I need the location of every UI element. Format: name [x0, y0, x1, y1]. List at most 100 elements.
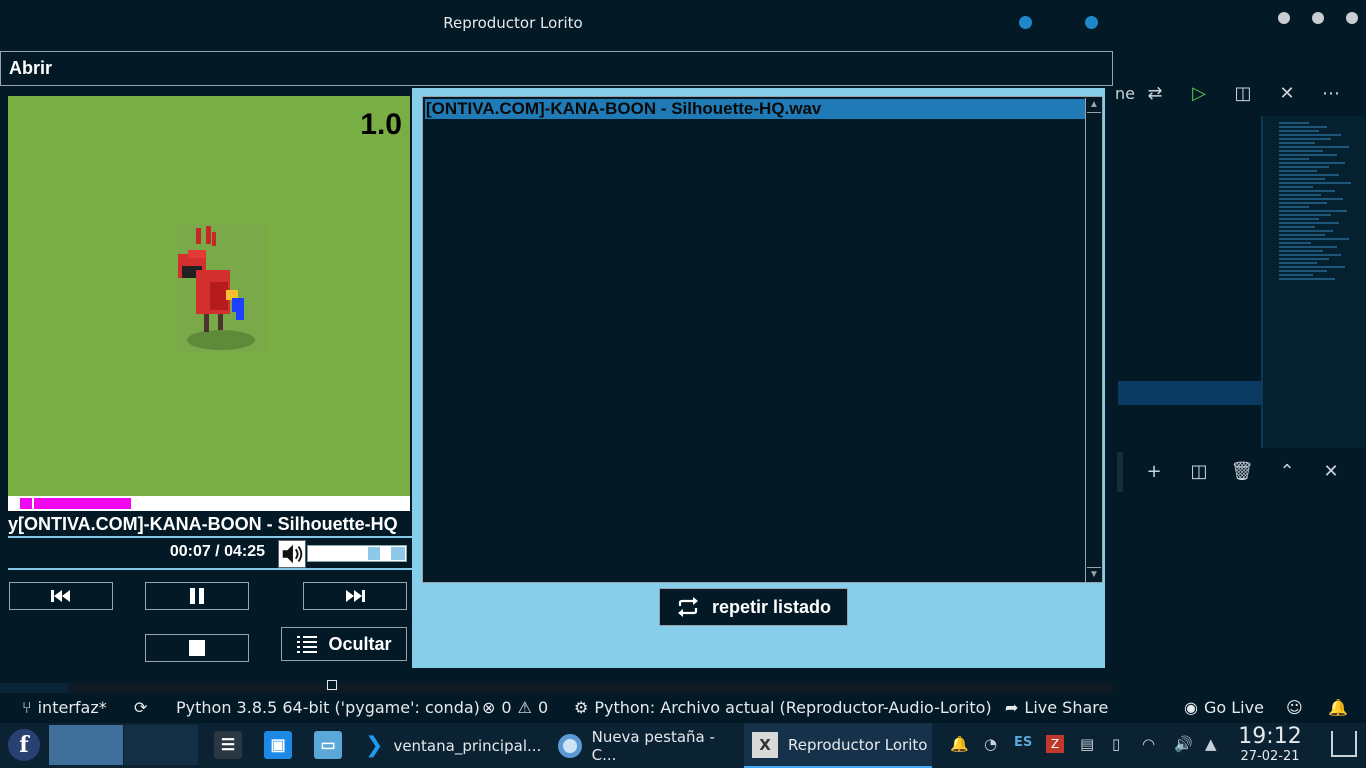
- progress-fill: [20, 498, 131, 509]
- now-playing-title: y[ONTIVA.COM]-KANA-BOON - Silhouette-HQ: [8, 512, 412, 538]
- clock-time: 19:12: [1238, 724, 1302, 749]
- live-share-icon: ➦: [1005, 698, 1019, 717]
- scroll-down-icon[interactable]: ▼: [1087, 568, 1101, 582]
- chevron-up-icon[interactable]: ⌃: [1275, 460, 1299, 484]
- close-panel-icon[interactable]: ✕: [1319, 460, 1343, 484]
- skip-back-icon: [51, 590, 70, 602]
- task-player[interactable]: X Reproductor Lorito: [744, 723, 932, 768]
- volume-slider-end: [391, 547, 405, 560]
- progress-bar[interactable]: [8, 496, 410, 511]
- repeat-label: repetir listado: [711, 596, 832, 617]
- volume-icon[interactable]: [278, 540, 306, 568]
- x-window-icon: X: [752, 731, 778, 758]
- split-editor-icon[interactable]: ◫: [1231, 82, 1255, 106]
- vscode-window-controls: [1278, 12, 1358, 24]
- list-icon: [297, 636, 318, 653]
- software-store-icon[interactable]: ▣: [264, 731, 292, 759]
- problems-item[interactable]: ⊗ 0 ⚠ 0: [482, 698, 548, 717]
- minimap[interactable]: [1261, 116, 1366, 448]
- minimize-dot[interactable]: [1278, 12, 1290, 24]
- scroll-up-icon[interactable]: ▲: [1087, 98, 1101, 112]
- virtual-desktop-2[interactable]: [124, 725, 198, 765]
- battery-icon[interactable]: ▯: [1112, 735, 1120, 753]
- wifi-icon[interactable]: ◠: [1142, 735, 1155, 753]
- clock[interactable]: 19:12 27-02-21: [1234, 725, 1306, 765]
- close-icon[interactable]: ✕: [1275, 82, 1299, 106]
- stop-button[interactable]: [145, 634, 249, 662]
- parrot-image: [178, 224, 268, 352]
- branch-name: interfaz*: [37, 698, 107, 717]
- sync-icon[interactable]: ⟳: [134, 698, 147, 717]
- go-live-label: Go Live: [1203, 698, 1264, 717]
- taskbar: f ☰ ▣ ▭ ❯ ventana_principal... Nueva pes…: [0, 723, 1366, 768]
- playlist-scrollbar[interactable]: ▲ ▼: [1085, 98, 1101, 582]
- live-share-item[interactable]: ➦ Live Share: [1005, 698, 1108, 717]
- chrome-icon: [558, 733, 582, 758]
- compare-changes-icon[interactable]: ⇄: [1143, 82, 1167, 106]
- vscode-icon: ❯: [365, 733, 384, 758]
- keyboard-layout[interactable]: ES: [1014, 735, 1032, 750]
- editor-selection-highlight: [1118, 381, 1261, 405]
- notifications-icon[interactable]: 🔔: [1328, 698, 1348, 717]
- time-readout: 00:07 / 04:25: [169, 543, 265, 560]
- next-button[interactable]: [303, 582, 407, 610]
- trash-icon[interactable]: 🗑: [1230, 460, 1254, 484]
- menu-open[interactable]: Abrir: [9, 58, 52, 79]
- filezilla-icon[interactable]: Z: [1046, 735, 1064, 753]
- file-manager-icon[interactable]: ▭: [314, 731, 342, 759]
- split-terminal-icon[interactable]: ◫: [1187, 460, 1211, 484]
- updates-icon[interactable]: ◔: [984, 735, 997, 753]
- python-interpreter[interactable]: Python 3.8.5 64-bit ('pygame': conda): [176, 698, 480, 717]
- previous-button[interactable]: [9, 582, 113, 610]
- skip-forward-icon: [346, 590, 365, 602]
- warning-icon: ⚠: [517, 698, 532, 717]
- virtual-desktop-1[interactable]: [49, 725, 123, 765]
- playlist[interactable]: [ONTIVA.COM]-KANA-BOON - Silhouette-HQ.w…: [422, 96, 1103, 583]
- add-terminal-icon[interactable]: +: [1142, 460, 1166, 484]
- playback-speed: 1.0: [360, 108, 402, 141]
- task-chrome-label: Nueva pestaña - C...: [591, 727, 715, 764]
- window-title: Reproductor Lorito: [443, 14, 583, 32]
- run-config-label: Python: Archivo actual (Reproductor-Audi…: [594, 698, 992, 717]
- close-button[interactable]: [1085, 16, 1098, 29]
- more-actions-icon[interactable]: ⋯: [1319, 82, 1343, 106]
- error-icon: ⊗: [482, 698, 496, 717]
- broadcast-icon: ◉: [1184, 698, 1198, 717]
- resize-handle[interactable]: [327, 680, 337, 690]
- branch-item[interactable]: ⑂ interfaz*: [22, 698, 107, 717]
- notification-bell-icon[interactable]: 🔔: [950, 735, 969, 753]
- speaker-icon[interactable]: 🔊: [1174, 735, 1193, 753]
- album-art: 1.0: [8, 96, 410, 496]
- minimize-button[interactable]: [1019, 16, 1032, 29]
- divider: [8, 568, 412, 570]
- fedora-menu-icon[interactable]: f: [8, 729, 40, 761]
- volume-knob[interactable]: [368, 547, 380, 560]
- pause-button[interactable]: [145, 582, 249, 610]
- repeat-list-button[interactable]: repetir listado: [659, 588, 848, 626]
- editor-scroll-strip: [0, 683, 68, 693]
- system-settings-icon[interactable]: ☰: [214, 731, 242, 759]
- tray-expand-icon[interactable]: ▲: [1205, 735, 1217, 753]
- volume-slider[interactable]: [307, 545, 407, 562]
- maximize-dot[interactable]: [1312, 12, 1324, 24]
- task-vscode[interactable]: ❯ ventana_principal...: [357, 723, 547, 768]
- run-icon[interactable]: ▷: [1187, 82, 1211, 106]
- show-desktop-button[interactable]: [1331, 731, 1357, 757]
- task-player-label: Reproductor Lorito: [788, 735, 928, 754]
- hide-playlist-button[interactable]: Ocultar: [281, 627, 407, 661]
- close-dot[interactable]: [1346, 12, 1358, 24]
- go-live-item[interactable]: ◉ Go Live: [1184, 698, 1264, 717]
- repeat-icon: [677, 597, 698, 617]
- run-config-item[interactable]: ⚙ Python: Archivo actual (Reproductor-Aud…: [574, 698, 992, 717]
- task-vscode-label: ventana_principal...: [393, 736, 542, 755]
- desktop: { "window": { "title": "Reproductor Lori…: [0, 0, 1366, 768]
- hide-label: Ocultar: [328, 633, 392, 654]
- playlist-item[interactable]: [ONTIVA.COM]-KANA-BOON - Silhouette-HQ.w…: [425, 99, 1085, 119]
- pause-icon: [190, 588, 204, 604]
- task-chrome[interactable]: Nueva pestaña - C...: [550, 723, 740, 768]
- warning-count: 0: [537, 698, 549, 717]
- clipboard-icon[interactable]: ▤: [1080, 735, 1094, 753]
- scroll-thumb[interactable]: [1087, 112, 1101, 568]
- branch-icon: ⑂: [22, 698, 32, 717]
- feedback-icon[interactable]: ☺: [1286, 698, 1303, 717]
